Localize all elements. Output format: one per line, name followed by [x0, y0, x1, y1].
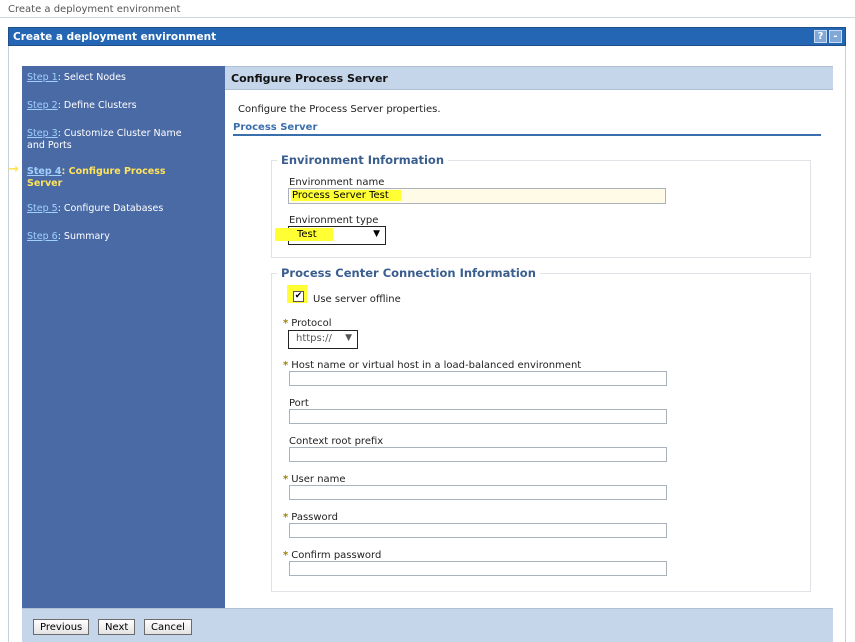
host-label: * Host name or virtual host in a load-bal…: [283, 360, 581, 371]
required-marker: *: [283, 318, 289, 329]
env-type-select[interactable]: Test ▼: [275, 226, 386, 245]
port-input[interactable]: [289, 409, 667, 424]
panel-intro: Configure the Process Server properties.: [238, 104, 441, 115]
step-5-label: : Configure Databases: [57, 203, 164, 214]
pc-conn-title: Process Center Connection Information: [277, 266, 540, 280]
cancel-button[interactable]: Cancel: [144, 619, 192, 635]
protocol-label-text: Protocol: [291, 318, 332, 329]
use-offline-checkbox[interactable]: ✔: [293, 291, 304, 302]
user-name-label-text: User name: [291, 474, 346, 485]
host-input[interactable]: [289, 371, 667, 386]
confirm-password-label: * Confirm password: [283, 550, 381, 561]
pc-conn-group: [271, 273, 811, 592]
confirm-password-label-text: Confirm password: [291, 550, 382, 561]
env-type-label: Environment type: [289, 215, 379, 226]
protocol-value: https://: [296, 333, 332, 344]
step-1-label: : Select Nodes: [57, 72, 126, 83]
use-offline-label: Use server offline: [313, 294, 401, 305]
password-label: * Password: [283, 512, 338, 523]
password-label-text: Password: [291, 512, 338, 523]
env-name-label: Environment name: [289, 177, 385, 188]
required-marker: *: [283, 512, 289, 523]
env-name-input[interactable]: Process Server Test: [288, 188, 666, 204]
env-type-value: Test: [275, 228, 333, 241]
window-titlebar: Create a deployment environment ? -: [8, 27, 846, 46]
step-6: Step 6: Summary: [27, 231, 199, 243]
step-4-link[interactable]: Step 4: [27, 166, 62, 177]
step-5: Step 5: Configure Databases: [27, 203, 199, 215]
previous-button[interactable]: Previous: [33, 619, 90, 635]
required-marker: *: [283, 360, 289, 371]
current-step-arrow-icon: →: [8, 162, 19, 177]
section-title: Process Server: [233, 122, 821, 136]
step-5-link[interactable]: Step 5: [27, 203, 58, 214]
password-input[interactable]: [289, 523, 667, 538]
step-4-current: → Step 4: Configure Process Server: [5, 162, 199, 190]
step-3-link[interactable]: Step 3: [27, 128, 58, 139]
context-root-input[interactable]: [289, 447, 667, 462]
required-marker: *: [283, 474, 289, 485]
protocol-select[interactable]: https:// ▼: [288, 330, 358, 349]
user-name-label: * User name: [283, 474, 346, 485]
env-info-title: Environment Information: [277, 153, 449, 167]
user-name-input[interactable]: [289, 485, 667, 500]
host-label-text: Host name or virtual host in a load-bala…: [291, 360, 582, 371]
step-2-link[interactable]: Step 2: [27, 100, 58, 111]
protocol-label: * Protocol: [283, 318, 332, 329]
panel-title: Configure Process Server: [225, 66, 833, 90]
step-2: Step 2: Define Clusters: [27, 100, 199, 112]
help-icon[interactable]: ?: [814, 30, 827, 43]
step-6-link[interactable]: Step 6: [27, 231, 58, 242]
port-label: Port: [289, 398, 309, 409]
window-title: Create a deployment environment: [13, 31, 217, 43]
env-name-value: Process Server Test: [291, 190, 401, 201]
step-6-label: : Summary: [57, 231, 110, 242]
confirm-password-input[interactable]: [289, 561, 667, 576]
step-1-link[interactable]: Step 1: [27, 72, 58, 83]
dropdown-arrow-icon: ▼: [373, 229, 380, 239]
step-2-label: : Define Clusters: [57, 100, 137, 111]
minimize-icon[interactable]: -: [829, 30, 842, 43]
step-3: Step 3: Customize Cluster Name and Ports: [27, 128, 199, 152]
required-marker: *: [283, 550, 289, 561]
breadcrumb: Create a deployment environment: [0, 0, 855, 18]
dropdown-arrow-icon: ▼: [345, 333, 352, 343]
next-button[interactable]: Next: [98, 619, 136, 635]
context-root-label: Context root prefix: [289, 436, 384, 447]
step-1: Step 1: Select Nodes: [27, 72, 199, 84]
